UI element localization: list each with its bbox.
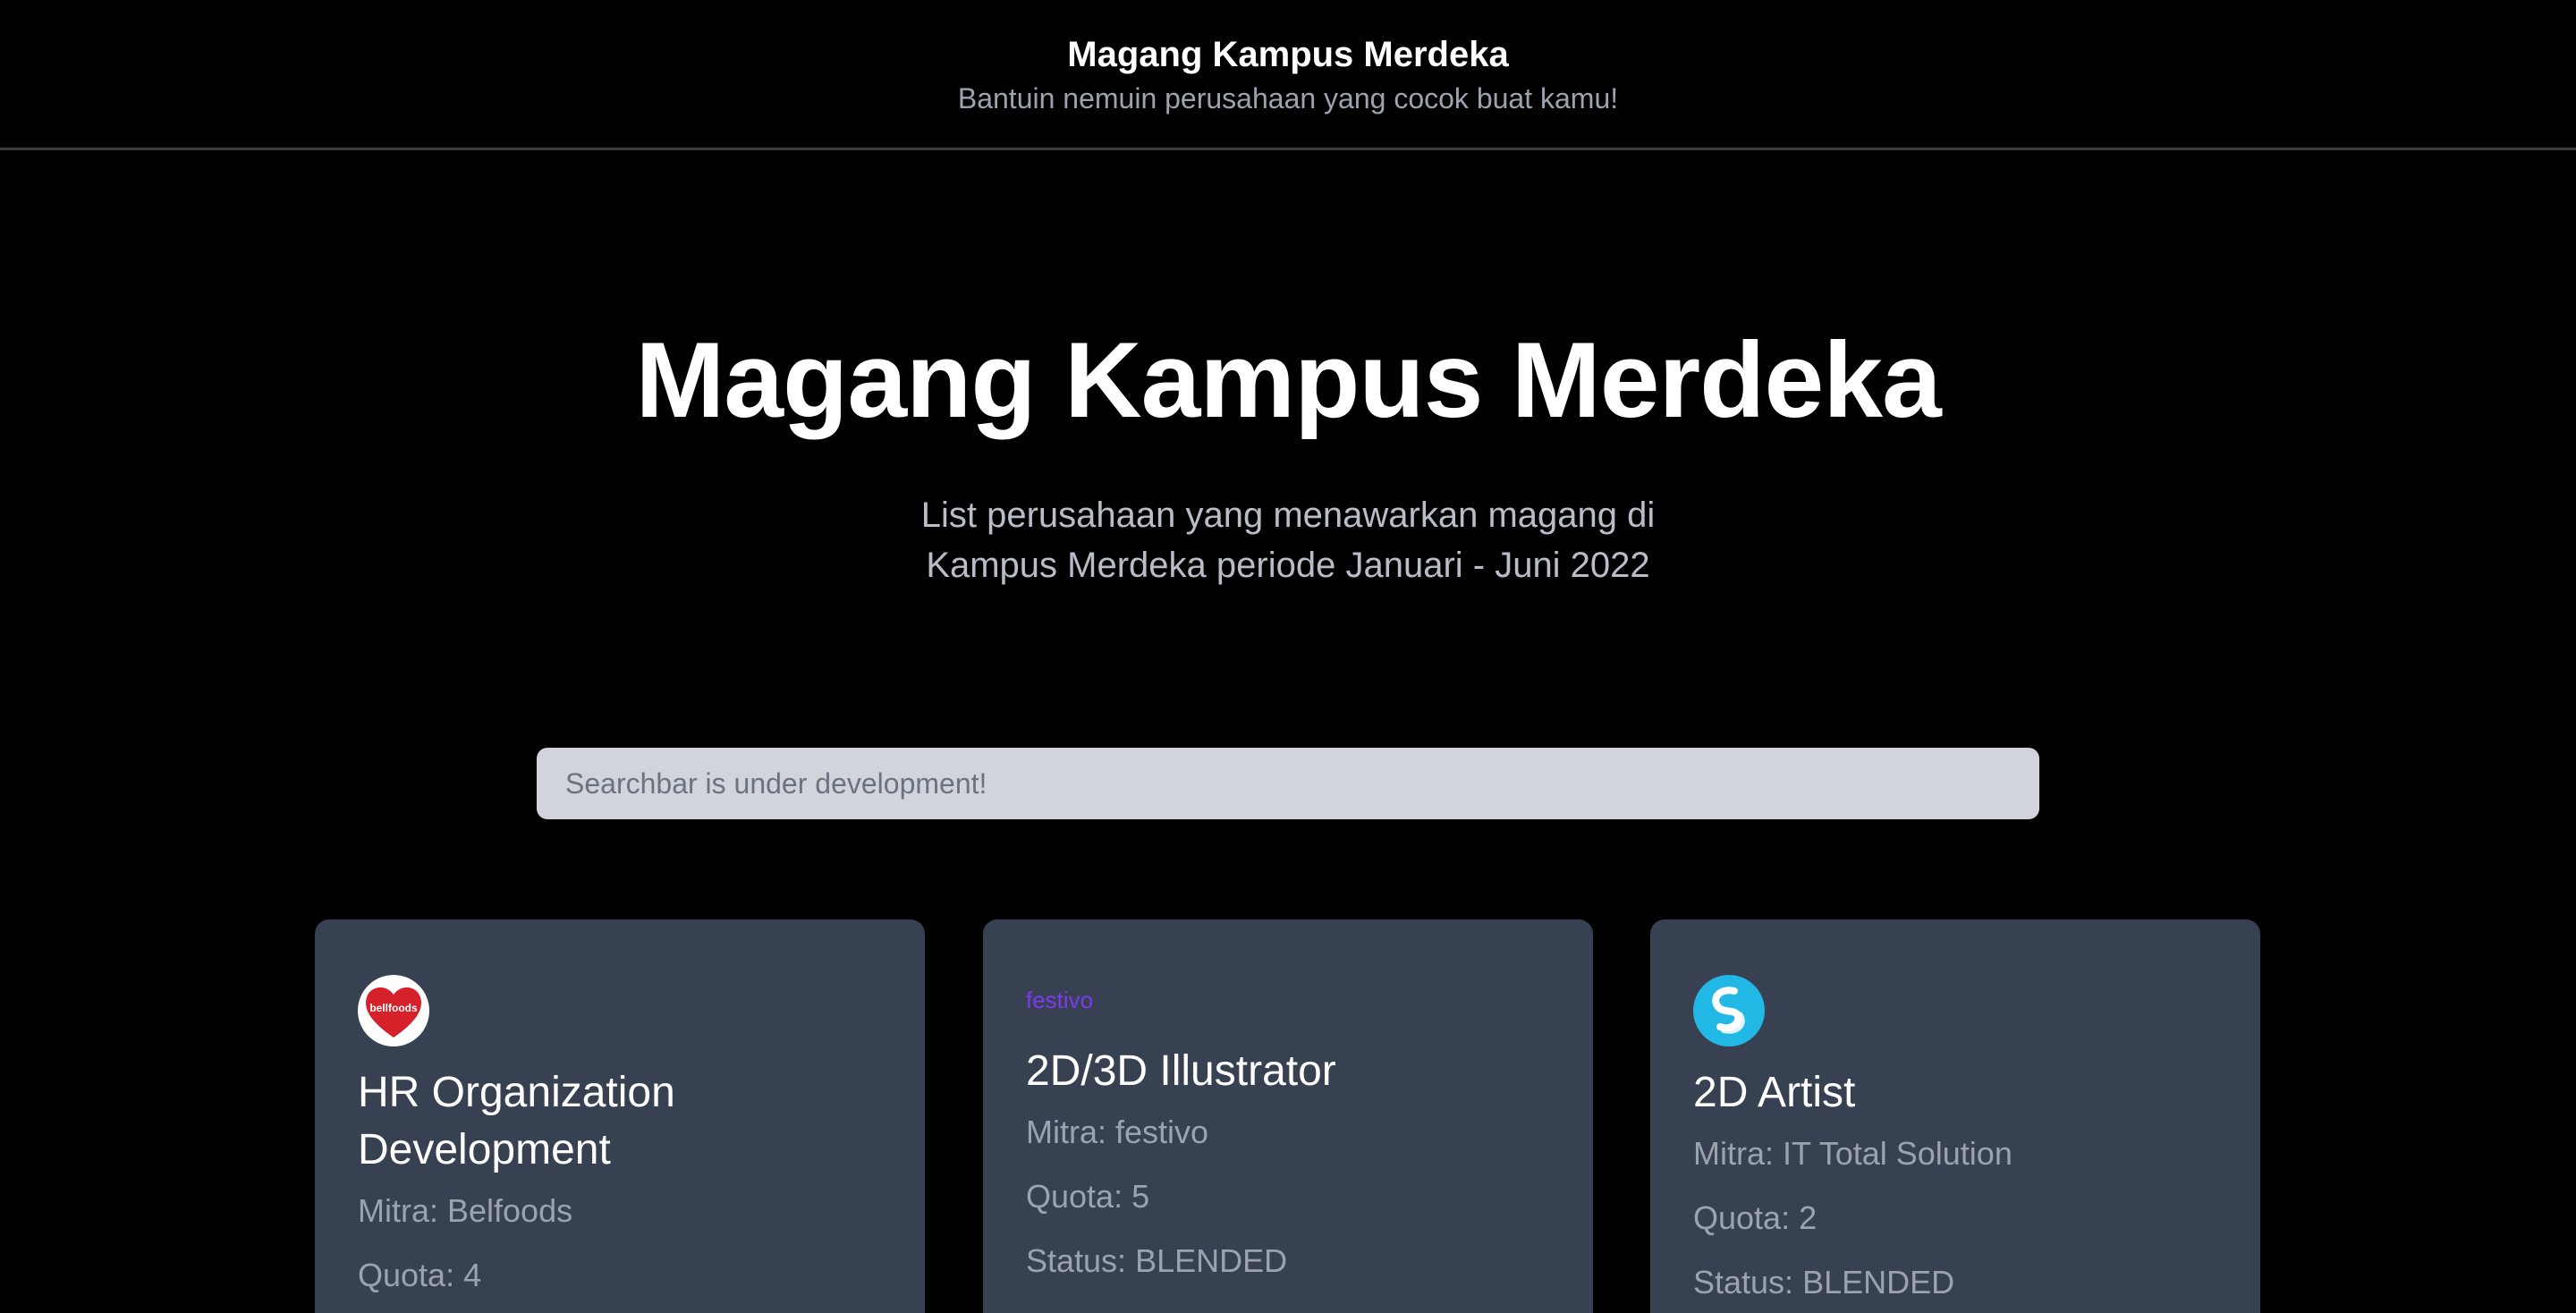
company-card[interactable]: bellfoods HR Organization Development Mi… <box>315 919 925 1313</box>
card-mitra: Mitra: Belfoods <box>358 1192 573 1229</box>
search-input[interactable] <box>537 748 2039 819</box>
card-mitra: Mitra: IT Total Solution <box>1693 1135 2012 1172</box>
card-title: 2D/3D Illustrator <box>1026 1047 1336 1095</box>
heart-icon: bellfoods <box>366 987 421 1038</box>
company-card[interactable]: festivo 2D/3D Illustrator Mitra: festivo… <box>983 919 1593 1313</box>
card-mitra: Mitra: festivo <box>1026 1114 1209 1150</box>
svg-text:bellfoods: bellfoods <box>369 1002 418 1014</box>
swirl-icon <box>1712 987 1745 1034</box>
company-card[interactable]: 2D Artist Mitra: IT Total Solution Quota… <box>1650 919 2260 1313</box>
card-quota: Quota: 2 <box>1693 1199 1818 1236</box>
card-status: Status: BLENDED <box>1693 1264 1955 1300</box>
site-header: Magang Kampus Merdeka Bantuin nemuin per… <box>0 0 2576 150</box>
card-status: Status: BLENDED <box>1026 1242 1288 1279</box>
card-quota: Quota: 4 <box>358 1257 482 1293</box>
card-quota: Quota: 5 <box>1026 1178 1150 1215</box>
page: Magang Kampus Merdeka Bantuin nemuin per… <box>0 0 2576 1313</box>
belfoods-logo: bellfoods <box>358 975 429 1046</box>
hero-title: Magang Kampus Merdeka <box>635 320 1941 440</box>
card-title: 2D Artist <box>1693 1069 1856 1116</box>
card-title: HR Organization Development <box>358 1069 675 1173</box>
festivo-logo-text: festivo <box>1026 986 1094 1013</box>
hero-description-line-2: Kampus Merdeka periode Januari - Juni 20… <box>926 546 1650 585</box>
hero-description: List perusahaan yang menawarkan magang d… <box>0 490 2576 590</box>
it-total-solution-logo <box>1693 975 1765 1046</box>
hero-description-line-1: List perusahaan yang menawarkan magang d… <box>920 496 1656 535</box>
header-subtitle: Bantuin nemuin perusahaan yang cocok bua… <box>957 82 1619 114</box>
festivo-logo: festivo <box>1026 975 1133 1025</box>
header-title: Magang Kampus Merdeka <box>1067 35 1509 74</box>
